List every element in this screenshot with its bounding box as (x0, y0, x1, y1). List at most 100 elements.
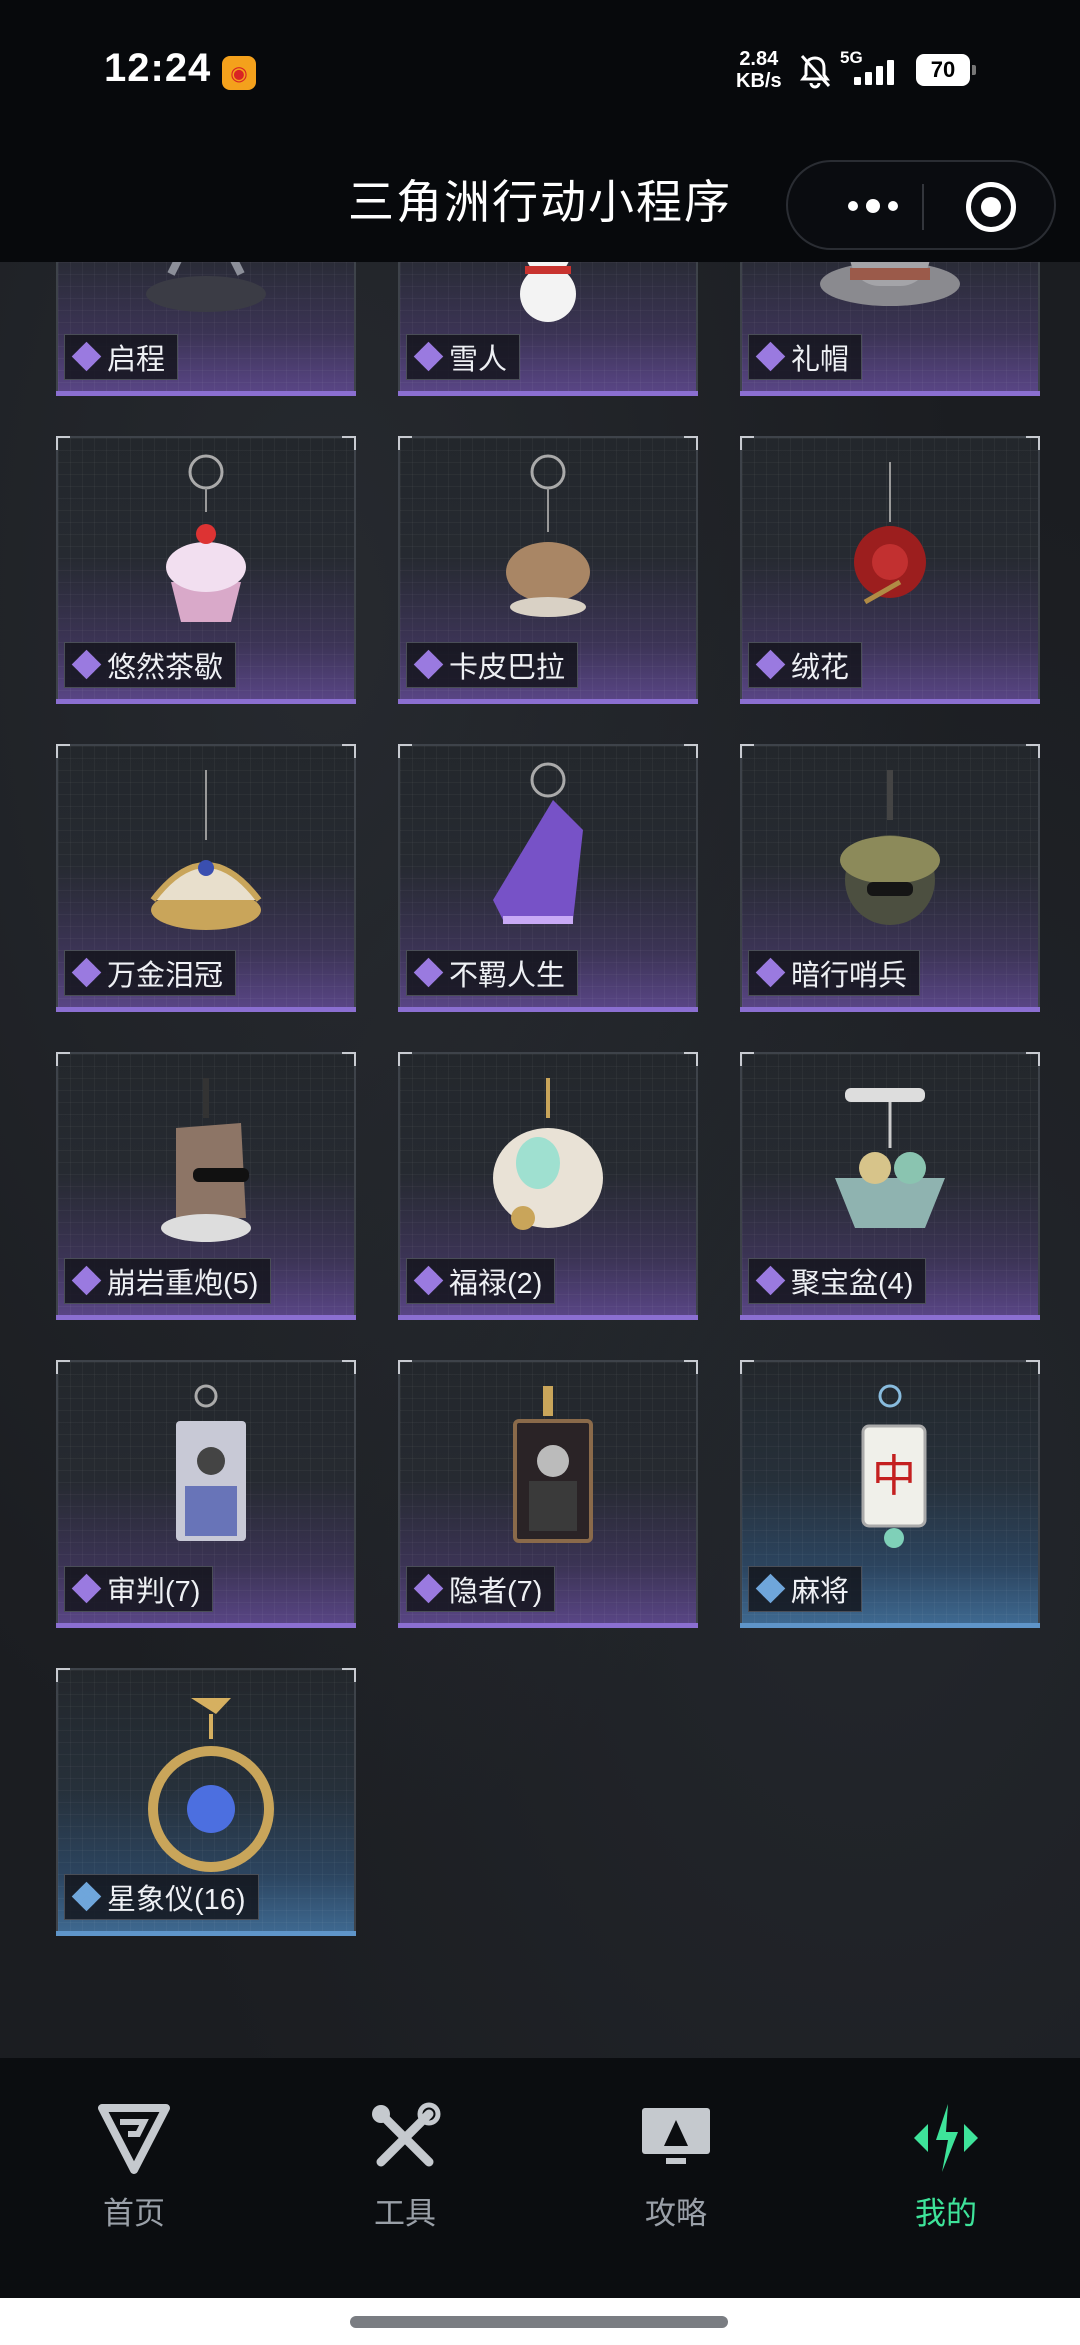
sneaker-pendant-icon (493, 762, 583, 924)
tab-tools[interactable]: 工具 (315, 2100, 495, 2231)
tab-profile-label: 我的 (915, 2196, 977, 2231)
card-corner (1026, 744, 1040, 758)
gourd-figure-pendant-icon (493, 1078, 603, 1230)
pendant-card[interactable]: 中麻将 (740, 1360, 1040, 1628)
pendant-name: 星象仪(16) (107, 1884, 246, 1916)
card-corner (56, 436, 70, 450)
rarity-gem-icon (755, 1573, 786, 1604)
card-corner (56, 744, 70, 758)
pendant-card[interactable]: 绒花 (740, 436, 1040, 704)
pendant-name: 暗行哨兵 (791, 960, 908, 992)
card-corner (398, 1360, 412, 1374)
rose-pendant-icon (854, 462, 926, 605)
pendant-name: 雪人 (449, 344, 508, 376)
judgement-card-pendant-icon (176, 1384, 246, 1541)
pendant-name-tag: 审判(7) (64, 1566, 214, 1612)
card-corner (740, 1360, 754, 1374)
tab-guide[interactable]: 攻略 (586, 2100, 766, 2231)
card-corner (342, 1052, 356, 1066)
card-corner (1026, 1360, 1040, 1374)
pendant-name-tag: 启程 (64, 334, 179, 380)
rarity-gem-icon (413, 649, 444, 680)
rarity-gem-icon (413, 1573, 444, 1604)
rarity-gem-icon (413, 957, 444, 988)
rarity-gem-icon (413, 341, 444, 372)
pendant-name-tag: 聚宝盆(4) (748, 1258, 927, 1304)
rarity-gem-icon (71, 957, 102, 988)
pendant-name-tag: 暗行哨兵 (748, 950, 921, 996)
pendant-card[interactable]: 聚宝盆(4) (740, 1052, 1040, 1320)
card-corner (1026, 1052, 1040, 1066)
weibo-notification-icon: ◉ (222, 56, 256, 90)
card-corner (684, 1052, 698, 1066)
card-corner (398, 436, 412, 450)
pendant-card[interactable]: 审判(7) (56, 1360, 356, 1628)
pendant-name: 崩岩重炮(5) (107, 1268, 259, 1300)
title-bar: 三角洲行动小程序 (0, 110, 1080, 262)
pendant-name: 启程 (107, 344, 166, 376)
tab-guide-label: 攻略 (645, 2196, 707, 2231)
home-indicator[interactable] (350, 2316, 728, 2328)
rarity-gem-icon (71, 1573, 102, 1604)
pendant-card[interactable]: 礼帽 (740, 262, 1040, 396)
rarity-gem-icon (755, 341, 786, 372)
treasure-bowl-pendant-icon (835, 1088, 945, 1228)
mahjong-tile-pendant-icon: 中 (861, 1384, 927, 1548)
card-corner (684, 436, 698, 450)
capsule-divider (922, 184, 924, 230)
pendant-card[interactable]: 暗行哨兵 (740, 744, 1040, 1012)
pendant-name-tag: 雪人 (406, 334, 521, 380)
signal-icon: 5G (840, 48, 904, 88)
close-mini-program-icon[interactable] (966, 182, 1016, 232)
pendant-card[interactable]: 崩岩重炮(5) (56, 1052, 356, 1320)
rarity-gem-icon (755, 957, 786, 988)
network-speed: 2.84 KB/s (736, 48, 782, 92)
pendant-collection-grid[interactable]: 启程 雪人 礼帽悠然茶歇 卡皮巴拉 绒花万金泪冠 不羁人生 暗行哨兵崩岩重炮(5) 福禄(2)… (0, 262, 1080, 2058)
pendant-name-tag: 麻将 (748, 1566, 863, 1612)
pendant-name-tag: 崩岩重炮(5) (64, 1258, 272, 1304)
card-corner (56, 1360, 70, 1374)
pendant-name-tag: 不羁人生 (406, 950, 579, 996)
rarity-gem-icon (71, 341, 102, 372)
pendant-name-tag: 卡皮巴拉 (406, 642, 579, 688)
card-corner (56, 1668, 70, 1682)
armillary-pendant-icon (148, 1698, 274, 1872)
rarity-gem-icon (755, 1265, 786, 1296)
pendant-card[interactable]: 雪人 (398, 262, 698, 396)
card-corner (56, 1052, 70, 1066)
network-speed-value: 2.84 (739, 48, 779, 70)
svg-text:中: 中 (872, 1451, 916, 1502)
tools-icon (372, 2102, 441, 2167)
pendant-card[interactable]: 不羁人生 (398, 744, 698, 1012)
card-corner (740, 744, 754, 758)
guide-monitor-icon (642, 2108, 710, 2164)
tab-home[interactable]: 首页 (44, 2100, 224, 2231)
card-corner (684, 744, 698, 758)
pendant-name-tag: 星象仪(16) (64, 1874, 259, 1920)
hermit-card-pendant-icon (513, 1386, 593, 1543)
rarity-gem-icon (71, 649, 102, 680)
pendant-card[interactable]: 卡皮巴拉 (398, 436, 698, 704)
pendant-name: 麻将 (791, 1576, 850, 1608)
pendant-card[interactable]: 星象仪(16) (56, 1668, 356, 1936)
pendant-card[interactable]: 万金泪冠 (56, 744, 356, 1012)
card-corner (342, 1360, 356, 1374)
pendant-name: 礼帽 (791, 344, 850, 376)
pendant-name: 福禄(2) (449, 1268, 543, 1300)
rarity-gem-icon (413, 1265, 444, 1296)
delta-force-logo-icon (146, 262, 266, 312)
pendant-card[interactable]: 悠然茶歇 (56, 436, 356, 704)
rarity-gem-icon (71, 1881, 102, 1912)
pendant-name-tag: 隐者(7) (406, 1566, 556, 1612)
tab-home-label: 首页 (103, 2196, 165, 2231)
pendant-name: 隐者(7) (449, 1576, 543, 1608)
pendant-card[interactable]: 福禄(2) (398, 1052, 698, 1320)
pendant-name-tag: 礼帽 (748, 334, 863, 380)
bottom-nav: 首页 工具 攻略 我的 (0, 2058, 1080, 2298)
pendant-name: 审判(7) (107, 1576, 201, 1608)
pendant-name: 卡皮巴拉 (449, 652, 566, 684)
tab-profile[interactable]: 我的 (856, 2100, 1036, 2231)
pendant-card[interactable]: 隐者(7) (398, 1360, 698, 1628)
pendant-card[interactable]: 启程 (56, 262, 356, 396)
more-options-icon[interactable] (828, 188, 918, 224)
